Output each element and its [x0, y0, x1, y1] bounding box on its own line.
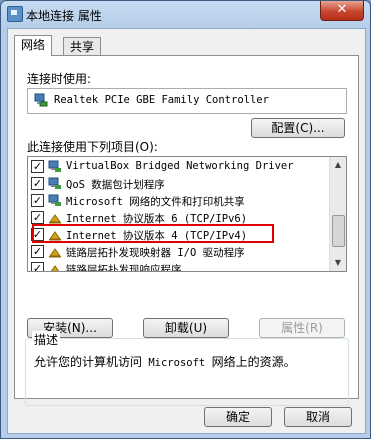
window-title: 本地连接 属性 — [26, 9, 102, 23]
scrollbar-thumb[interactable] — [332, 215, 345, 247]
uninstall-button[interactable]: 卸载(U) — [143, 318, 229, 338]
list-item[interactable]: ✓ 链路层拓扑发现响应程序 — [28, 260, 328, 272]
description-text-mono: Microsoft — [142, 357, 212, 369]
items-list[interactable]: ✓ VirtualBox Bridged Networking Driver ✓… — [27, 156, 347, 272]
protocol-icon — [49, 214, 61, 224]
close-button[interactable]: ✕ — [320, 1, 364, 21]
tab-sharing[interactable]: 共享 — [63, 37, 102, 56]
items-label: 此连接使用下列项目(O): — [27, 140, 158, 154]
title-bar[interactable]: 本地连接 属性 ✕ — [1, 1, 370, 27]
item-label: QoS 数据包计划程序 — [66, 179, 165, 191]
tab-panel: 连接时使用: Realtek PCIe GBE Family Controlle… — [14, 55, 359, 406]
item-label: VirtualBox Bridged Networking Driver — [66, 160, 294, 172]
cancel-button[interactable]: 取消 — [284, 407, 352, 427]
protocol-icon — [50, 265, 60, 271]
description-text: 允许您的计算机访问 Microsoft 网络上的资源。 — [34, 353, 296, 370]
description-group: 描述 允许您的计算机访问 Microsoft 网络上的资源。 — [25, 331, 349, 406]
connect-using-label: 连接时使用: — [27, 72, 92, 86]
list-item[interactable]: ✓ QoS 数据包计划程序 — [28, 175, 328, 192]
configure-button[interactable]: 配置(C)... — [251, 118, 345, 138]
adapter-field: Realtek PCIe GBE Family Controller — [27, 88, 347, 114]
scroll-up-icon[interactable]: ▲ — [330, 157, 346, 173]
item-label: Microsoft 网络的文件和打印机共享 — [66, 196, 245, 208]
network-connection-icon — [7, 6, 23, 22]
list-item[interactable]: ✓ Microsoft 网络的文件和打印机共享 — [28, 192, 328, 209]
item-checkbox[interactable]: ✓ — [31, 194, 44, 207]
dialog-client-area: 网络 共享 连接时使用: Realtek PCIe GBE Family Con… — [7, 28, 366, 434]
ok-button[interactable]: 确定 — [204, 407, 272, 427]
item-checkbox[interactable]: ✓ — [31, 160, 44, 173]
list-item[interactable]: ✓ 链路层拓扑发现映射器 I/O 驱动程序 — [28, 243, 328, 260]
item-checkbox[interactable]: ✓ — [31, 245, 44, 258]
item-checkbox[interactable]: ✓ — [31, 262, 44, 271]
ipv4-highlight-box — [32, 224, 274, 243]
tab-network[interactable]: 网络 — [14, 35, 53, 56]
network-adapter-icon — [34, 93, 48, 107]
item-label: 链路层拓扑发现映射器 I/O 驱动程序 — [66, 247, 245, 259]
item-label: 链路层拓扑发现响应程序 — [66, 264, 182, 272]
description-text-prefix: 允许您的计算机访问 — [34, 355, 143, 369]
item-checkbox[interactable]: ✓ — [31, 177, 44, 190]
adapter-name: Realtek PCIe GBE Family Controller — [54, 94, 269, 106]
description-title: 描述 — [32, 331, 61, 348]
network-client-icon — [48, 194, 61, 206]
description-text-suffix: 网络上的资源。 — [211, 355, 296, 369]
scroll-down-icon[interactable]: ▼ — [330, 255, 346, 271]
network-client-icon — [48, 177, 61, 189]
properties-button[interactable]: 属性(R) — [259, 318, 345, 338]
protocol-icon — [49, 248, 61, 258]
list-scrollbar[interactable]: ▲ ▼ — [329, 157, 346, 271]
network-client-icon — [48, 160, 61, 172]
properties-dialog: 本地连接 属性 ✕ 网络 共享 连接时使用: Realtek PCIe GBE … — [0, 0, 371, 439]
list-item[interactable]: ✓ VirtualBox Bridged Networking Driver — [28, 158, 328, 175]
item-checkbox[interactable]: ✓ — [31, 211, 44, 224]
